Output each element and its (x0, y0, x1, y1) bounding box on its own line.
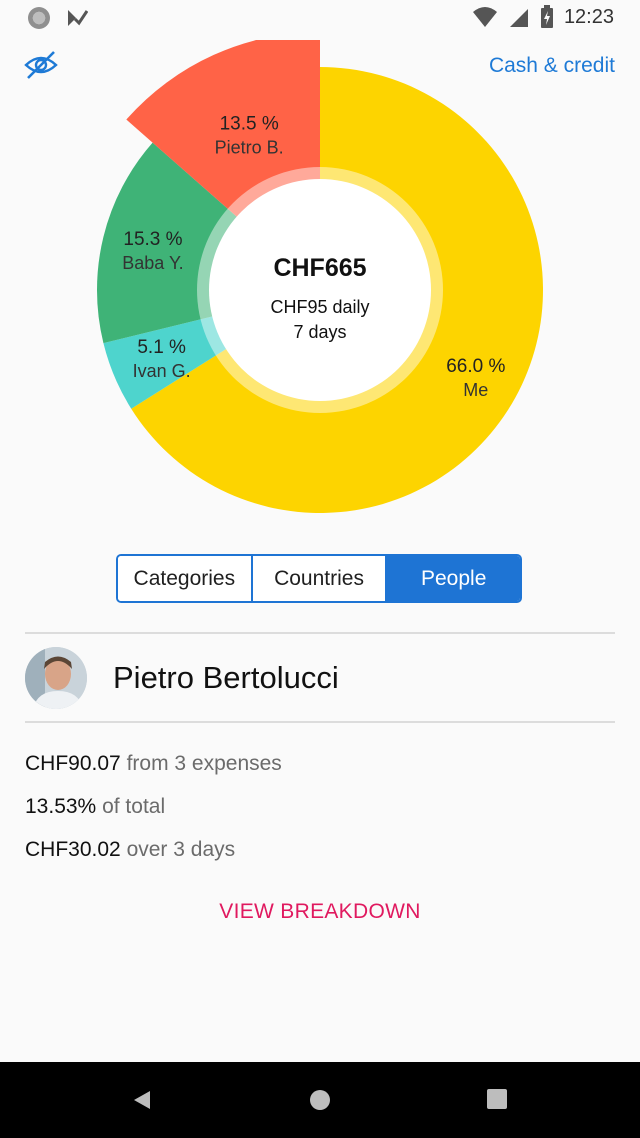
summary-days: 7 days (293, 322, 346, 342)
stat-share-row: 13.53% of total (25, 795, 165, 819)
grouping-tabs: Categories Countries People (116, 554, 522, 603)
wifi-icon (472, 7, 497, 27)
summary-daily: CHF95 daily (270, 297, 369, 317)
person-name: Pietro Bertolucci (113, 660, 339, 695)
check-tasks-icon (68, 10, 88, 26)
stat-amount: CHF90.07 (25, 752, 121, 775)
spending-donut-chart: CHF665 CHF95 daily 7 days 66.0 % Me 5.1 % I… (97, 40, 543, 513)
summary-total: CHF665 (273, 254, 366, 282)
slice-percent-label: 15.3 % (123, 229, 182, 250)
signal-icon (509, 9, 528, 27)
tab-categories[interactable]: Categories (118, 556, 251, 601)
status-left (28, 7, 88, 29)
status-right: 12:23 (472, 5, 614, 29)
slice-name-label: Baba Y. (122, 253, 183, 273)
notification-icon (28, 7, 50, 29)
slice-percent-label: 5.1 % (137, 337, 186, 358)
stat-per-day-suffix: over 3 days (126, 838, 236, 861)
system-nav-bar (0, 1062, 640, 1138)
clock: 12:23 (563, 5, 614, 28)
view-breakdown-button[interactable]: VIEW BREAKDOWN (0, 900, 640, 924)
stat-amount-row: CHF90.07 from 3 expenses (25, 752, 282, 776)
slice-name-label: Pietro B. (215, 137, 284, 157)
stat-per-day-row: CHF30.02 over 3 days (25, 838, 235, 862)
recents-icon[interactable] (486, 1088, 508, 1110)
stat-per-day: CHF30.02 (25, 838, 121, 861)
slice-percent-label: 13.5 % (220, 113, 279, 134)
slice-name-label: Ivan G. (133, 361, 191, 381)
stat-share-suffix: of total (102, 795, 166, 818)
avatar (25, 647, 87, 709)
home-icon[interactable] (308, 1088, 332, 1112)
stat-share: 13.53% (25, 795, 97, 818)
donut-hole (209, 179, 431, 401)
divider-top (25, 632, 615, 634)
battery-charging-icon (540, 5, 553, 28)
status-bar: 12:23 (0, 0, 640, 38)
stat-amount-suffix: from 3 expenses (126, 752, 282, 775)
tab-countries[interactable]: Countries (250, 556, 386, 601)
slice-percent-label: 66.0 % (446, 356, 505, 377)
slice-name-label: Me (463, 380, 488, 400)
divider-bottom (25, 721, 615, 723)
back-icon[interactable] (130, 1088, 154, 1112)
tab-people[interactable]: People (385, 556, 520, 601)
